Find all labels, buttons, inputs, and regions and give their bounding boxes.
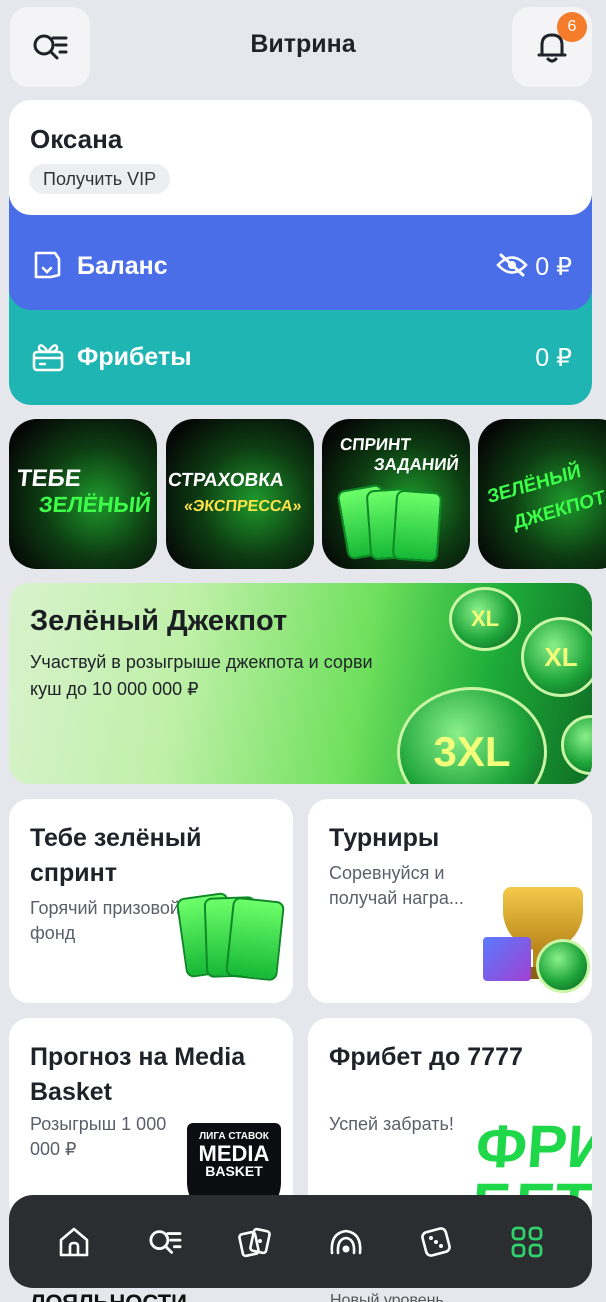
home-icon xyxy=(59,1227,89,1256)
jackpot-description: Участвуй в розыгрыше джекпота и сорви ку… xyxy=(30,652,373,699)
tab-home[interactable] xyxy=(44,1212,104,1272)
level-peek-text: Новый уровень xyxy=(330,1292,444,1302)
card-title: Фрибет до 7777 xyxy=(329,1043,523,1071)
tournaments-card[interactable]: Турниры Соревнуйся и получай награ... xyxy=(308,799,592,1003)
tab-casino[interactable] xyxy=(406,1212,466,1272)
card-subtitle: Горячий призовой фонд xyxy=(30,898,180,943)
card-title: Прогноз на Media Basket xyxy=(30,1043,246,1106)
freebets-label: Фрибеты xyxy=(77,343,192,371)
freebets-amount: 0 ₽ xyxy=(535,344,572,372)
media-basket-card[interactable]: Прогноз на Media Basket Розыгрыш 1 000 0… xyxy=(9,1018,293,1222)
story-title: СТРАХОВКА xyxy=(166,470,285,491)
eye-off-icon[interactable] xyxy=(496,252,528,278)
logo-line: BASKET xyxy=(205,1163,263,1179)
coin-image: XL xyxy=(521,617,592,697)
get-vip-button[interactable]: Получить VIP xyxy=(29,164,171,194)
wallet-icon xyxy=(34,251,61,279)
loyalty-peek-text: ЛОЯЛЬНОСТИ xyxy=(30,1290,187,1302)
story-subtitle: «ЭКСПРЕССА» xyxy=(183,498,303,515)
grid-icon xyxy=(511,1226,543,1257)
tab-search[interactable] xyxy=(135,1212,195,1272)
card-title: Тебе зелёный спринт xyxy=(30,824,202,887)
card-subtitle: Успей забрать! xyxy=(329,1114,454,1134)
story-subtitle: ЗАДАНИЙ xyxy=(373,455,460,474)
tab-cards[interactable] xyxy=(225,1212,285,1272)
story-item[interactable]: ЗЕЛЁНЫЙ ДЖЕКПОТ xyxy=(478,419,606,569)
dice-icon xyxy=(421,1226,452,1257)
freebet-card[interactable]: Фрибет до 7777 Успей забрать! ФРИ БЕТ xyxy=(308,1018,592,1222)
search-filter-icon xyxy=(149,1229,182,1254)
logo-line: MEDIA xyxy=(198,1141,270,1166)
sprint-card[interactable]: Тебе зелёный спринт Горячий призовой фон… xyxy=(9,799,293,1003)
ticket-image xyxy=(391,489,443,563)
jackpot-coin-image: 3XL xyxy=(397,687,547,784)
cards-icon xyxy=(238,1227,272,1257)
jackpot-title: Зелёный Джекпот xyxy=(30,605,288,637)
balance-amount: 0 ₽ xyxy=(535,253,572,281)
story-item[interactable]: СТРАХОВКА «ЭКСПРЕССА» xyxy=(166,419,314,569)
jackpot-banner[interactable]: Зелёный Джекпот Участвуй в розыгрыше дже… xyxy=(9,583,592,784)
wallet-panel: Оксана Получить VIP Баланс 0 ₽ Фрибеты 0… xyxy=(9,100,592,405)
balance-label: Баланс xyxy=(77,252,168,280)
stories-carousel[interactable]: ТЕБЕ ЗЕЛЁНЫЙ СТРАХОВКА «ЭКСПРЕССА» СПРИН… xyxy=(9,419,606,569)
coin-image xyxy=(561,715,592,775)
story-title: ТЕБЕ xyxy=(15,465,83,492)
tab-menu[interactable] xyxy=(497,1212,557,1272)
coin-label: XL xyxy=(470,606,500,631)
coin-label: 3XL xyxy=(433,728,511,775)
coin-image: XL xyxy=(449,587,521,651)
notification-count-badge: 6 xyxy=(557,12,587,42)
bottom-tab-bar xyxy=(9,1195,592,1288)
story-subtitle: ЗЕЛЁНЫЙ xyxy=(37,492,153,517)
user-name: Оксана xyxy=(30,124,123,154)
story-item[interactable]: ТЕБЕ ЗЕЛЁНЫЙ xyxy=(9,419,157,569)
story-item[interactable]: СПРИНТ ЗАДАНИЙ xyxy=(322,419,470,569)
gift-icon xyxy=(32,344,64,372)
tab-live[interactable] xyxy=(316,1212,376,1272)
profile-card[interactable]: Оксана Получить VIP xyxy=(9,100,592,215)
ticket-image xyxy=(224,896,286,982)
gift-box-image xyxy=(483,937,531,981)
card-subtitle: Соревнуйся и получай награ... xyxy=(329,863,464,908)
coin-label: XL xyxy=(544,641,578,672)
live-icon xyxy=(330,1229,362,1254)
card-subtitle: Розыгрыш 1 000 000 ₽ xyxy=(30,1114,167,1159)
coin-image xyxy=(536,939,590,993)
top-bar: Витрина 6 xyxy=(0,0,606,100)
card-title: Турниры xyxy=(329,824,440,852)
